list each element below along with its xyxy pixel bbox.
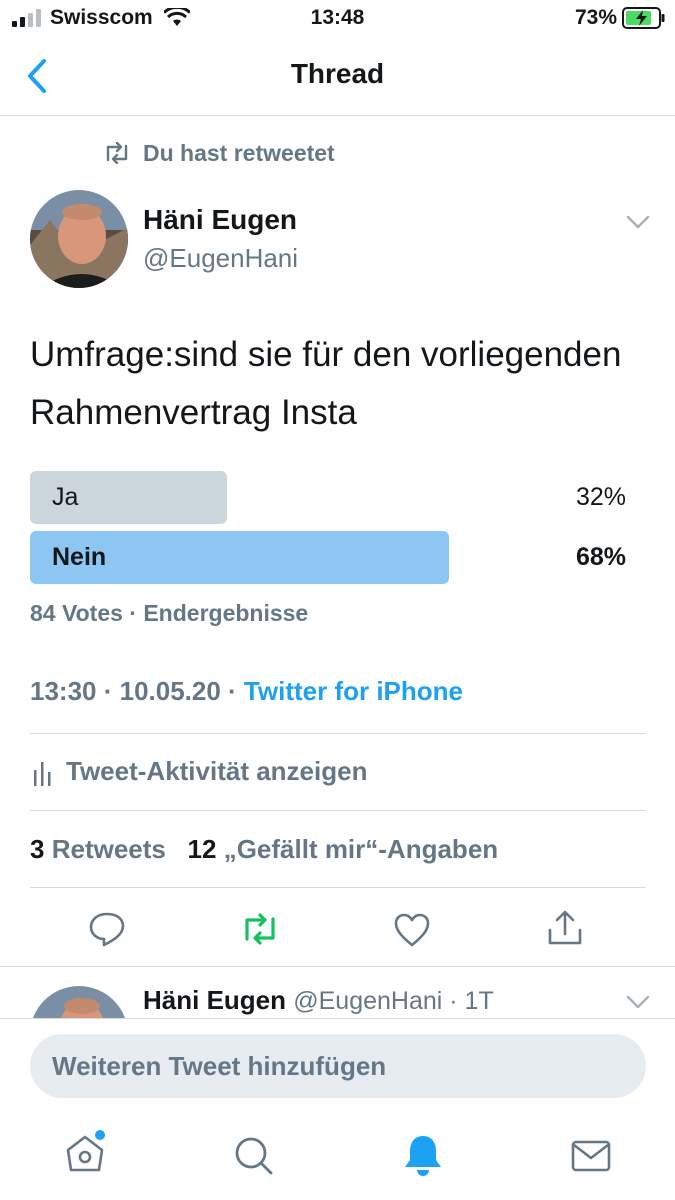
home-icon (66, 1130, 105, 1172)
avatar[interactable] (30, 190, 128, 288)
tweet-activity-label: Tweet-Aktivität anzeigen (66, 756, 368, 786)
share-icon[interactable] (546, 908, 584, 948)
divider (30, 733, 646, 734)
search-icon (235, 1137, 273, 1175)
reply-avatar[interactable] (30, 986, 128, 1018)
tab-notifications[interactable] (401, 1132, 445, 1178)
poll-summary: 84 Votes · Endergebnisse (30, 600, 309, 626)
reply-author-line[interactable]: Häni Eugen @EugenHani · 1T (143, 985, 494, 1016)
retweet-label: Retweets (51, 834, 166, 864)
like-heart-icon[interactable] (393, 912, 431, 948)
tweet-timestamp-line: 13:30 · 10.05.20 · Twitter for iPhone (30, 676, 463, 707)
poll-option-nein-label: Nein (52, 543, 107, 571)
battery-percent: 73% (574, 6, 617, 29)
author-name[interactable]: Häni Eugen (143, 204, 297, 236)
tweet-text: Umfrage:sind sie für den vorliegenden Ra… (30, 335, 622, 432)
status-bar: Swisscom 13:48 73% (0, 0, 675, 40)
reply-author-name: Häni Eugen (143, 985, 287, 1015)
reply-icon[interactable] (88, 910, 126, 948)
add-tweet-input[interactable]: Weiteren Tweet hinzufügen (30, 1034, 646, 1098)
status-time: 13:48 (310, 6, 365, 29)
tweet-source-link[interactable]: Twitter for iPhone (244, 676, 463, 706)
author-handle[interactable]: @EugenHani (143, 243, 298, 274)
poll-option-ja-label: Ja (52, 483, 79, 511)
divider (30, 887, 646, 888)
nav-divider (0, 115, 675, 116)
poll-option-nein-percent: 68% (575, 543, 626, 571)
mail-icon (571, 1140, 611, 1172)
thread-divider (0, 966, 675, 967)
retweet-context: Du hast retweetet (143, 140, 335, 166)
compose-divider (0, 1018, 675, 1019)
likes-stat[interactable]: 12 „Gefällt mir“-Angaben (188, 834, 499, 864)
divider (30, 810, 646, 811)
reply-avatar-photo (33, 986, 125, 1018)
like-count: 12 (187, 834, 217, 864)
retweet-count: 3 (30, 834, 45, 864)
analytics-icon (34, 762, 51, 786)
reply-author-handle: @EugenHani · 1T (293, 987, 494, 1015)
page-title: Thread (290, 58, 385, 89)
tab-messages[interactable] (570, 1138, 614, 1174)
retweet-icon[interactable] (240, 912, 280, 946)
avatar-photo (30, 190, 128, 288)
retweet-small-icon (106, 142, 128, 164)
retweets-stat[interactable]: 3 Retweets (30, 834, 166, 864)
bell-icon (405, 1136, 441, 1176)
tweet-activity-button[interactable]: Tweet-Aktivität anzeigen (30, 750, 646, 794)
poll-option-ja-percent: 32% (575, 483, 626, 511)
tweet-stats: 3 Retweets 12 „Gefällt mir“-Angaben (30, 834, 498, 865)
tweet-timestamp: 13:30 · 10.05.20 · (30, 676, 244, 706)
battery-charging-icon (622, 7, 665, 29)
chevron-down-icon[interactable] (626, 214, 650, 230)
tab-home[interactable] (62, 1130, 110, 1178)
like-label: „Gefällt mir“-Angaben (223, 834, 499, 864)
tab-search[interactable] (232, 1134, 276, 1178)
reply-chevron-down-icon[interactable] (626, 994, 650, 1010)
